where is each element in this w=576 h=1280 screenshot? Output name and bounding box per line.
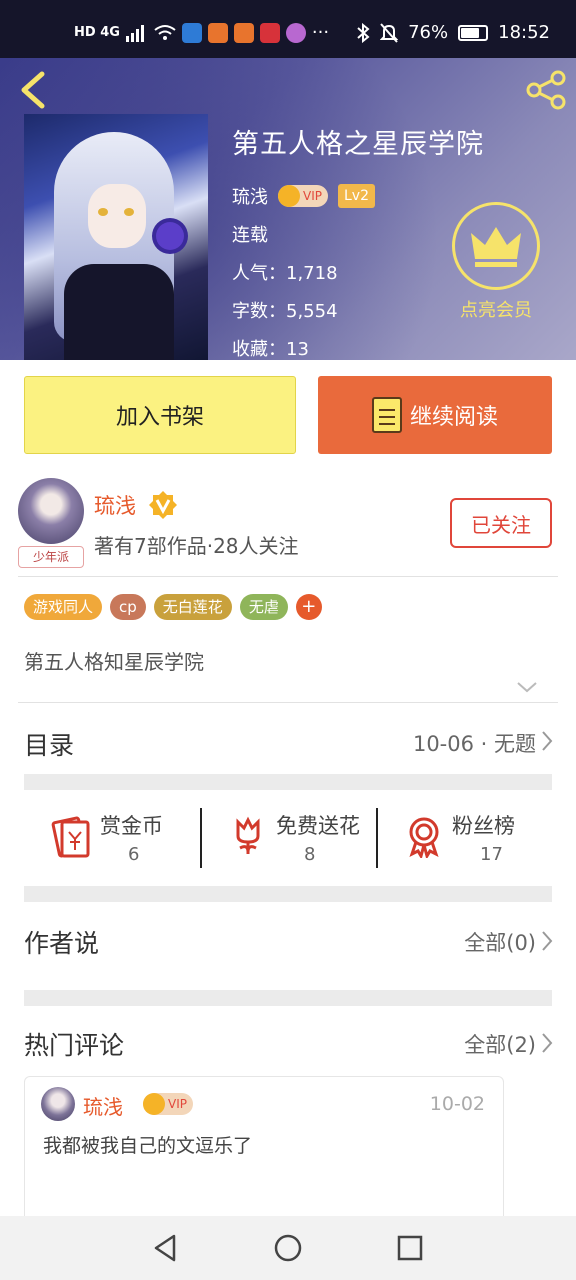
share-icon[interactable] (524, 68, 568, 112)
author-badge: 少年派 (18, 546, 84, 568)
chevron-right-icon[interactable] (540, 730, 554, 752)
section-separator (24, 774, 552, 790)
wifi-icon (154, 24, 176, 40)
nav-recents-icon[interactable] (394, 1232, 426, 1264)
nav-home-icon[interactable] (272, 1232, 304, 1264)
battery-percent: 76% (408, 22, 449, 43)
commenter-avatar[interactable] (41, 1087, 75, 1121)
add-to-shelf-button[interactable]: 加入书架 (24, 376, 296, 454)
status-right: 76% 18:52 (356, 22, 550, 43)
battery-level (461, 27, 480, 38)
signal-icon (125, 24, 144, 42)
author-says-title: 作者说 (24, 929, 100, 958)
author-name[interactable]: 琉浅 (94, 490, 136, 520)
tag-item[interactable]: 无虐 (239, 594, 288, 620)
flower-icon (236, 816, 260, 854)
book-status: 连载 (232, 225, 268, 246)
chevron-right-icon[interactable] (540, 930, 554, 952)
fan-ranking-button[interactable]: 粉丝榜 17 (376, 806, 552, 870)
medal-icon (409, 817, 439, 858)
book-title: 第五人格之星辰学院 (232, 129, 484, 160)
ball-app-icon (285, 22, 306, 43)
book-header: 第五人格之星辰学院 琉浅 VIP Lv2 连载 人气：1,718 字数：5,55… (0, 58, 576, 360)
verified-icon (149, 491, 177, 519)
back-icon[interactable] (16, 70, 50, 110)
member-button[interactable]: 点亮会员 (452, 202, 540, 322)
book-favorites: 收藏：13 (232, 339, 309, 360)
book-popularity: 人气：1,718 (232, 263, 338, 284)
reward-label: 免费送花 (276, 814, 360, 838)
app-notification-icon (181, 22, 202, 43)
chevron-right-icon[interactable] (540, 1032, 554, 1054)
catalog-latest[interactable]: 10-06 · 无题 (413, 728, 536, 758)
reward-label: 粉丝榜 (452, 814, 515, 838)
clock: 18:52 (498, 22, 550, 43)
book-word-count: 字数：5,554 (232, 301, 338, 322)
vip-badge: VIP (143, 1093, 193, 1115)
crown-icon (452, 202, 540, 290)
book-app-icon (259, 22, 280, 43)
heart-app-icon (233, 22, 254, 43)
status-left: HD 4G ··· (74, 22, 329, 43)
bell-off-icon (380, 22, 399, 43)
reward-value: 6 (128, 844, 140, 865)
level-badge: Lv2 (337, 184, 375, 208)
status-bar: HD 4G ··· 76% 18:52 (0, 0, 576, 58)
member-label: 点亮会员 (460, 300, 532, 321)
divider (376, 808, 378, 868)
continue-reading-label: 继续阅读 (409, 405, 498, 430)
battery-icon (458, 24, 489, 41)
tag-item[interactable]: 游戏同人 (24, 594, 103, 620)
crown-icon (143, 1093, 165, 1115)
tag-item[interactable]: cp (110, 594, 146, 620)
reward-coin-button[interactable]: 赏金币 6 (24, 806, 200, 870)
reward-label: 赏金币 (100, 814, 163, 838)
chevron-down-icon[interactable] (516, 680, 538, 694)
hot-comments-all[interactable]: 全部(2) (464, 1029, 536, 1059)
reward-value: 8 (304, 844, 316, 865)
catalog-title[interactable]: 目录 (24, 726, 74, 762)
author-says-all[interactable]: 全部(0) (464, 927, 536, 957)
divider (18, 576, 558, 577)
red-envelope-icon (51, 816, 90, 858)
tag-list: 游戏同人 cp 无白莲花 无虐 + (24, 594, 322, 620)
divider (18, 702, 558, 703)
divider (200, 808, 202, 868)
book-cover[interactable] (24, 114, 208, 360)
more-notifications: ··· (311, 22, 330, 43)
comment-card[interactable]: 琉浅 VIP 10-02 我都被我自己的文逗乐了 (24, 1076, 504, 1226)
reward-value: 17 (480, 844, 503, 865)
follow-button[interactable]: 已关注 (450, 498, 552, 548)
continue-reading-button[interactable]: 继续阅读 (318, 376, 552, 454)
vip-badge: VIP (278, 185, 328, 207)
add-tag-button[interactable]: + (295, 594, 322, 620)
author-avatar[interactable] (18, 478, 84, 544)
comment-text: 我都被我自己的文逗乐了 (43, 1135, 253, 1157)
section-separator (24, 990, 552, 1006)
reward-bar: 赏金币 6 免费送花 8 粉丝榜 17 (24, 806, 552, 870)
tag-item[interactable]: 无白莲花 (153, 594, 232, 620)
commenter-name[interactable]: 琉浅 (83, 1091, 123, 1120)
system-nav-bar (0, 1216, 576, 1280)
book-info: 第五人格之星辰学院 琉浅 VIP Lv2 连载 人气：1,718 字数：5,55… (232, 122, 484, 360)
hot-comments-title: 热门评论 (24, 1031, 125, 1060)
bluetooth-icon (357, 22, 370, 43)
author-meta: 著有7部作品·28人关注 (94, 534, 299, 558)
book-author-row: 琉浅 VIP Lv2 (232, 183, 484, 209)
comment-date: 10-02 (429, 1093, 485, 1115)
video-app-icon (207, 22, 228, 43)
send-flower-button[interactable]: 免费送花 8 (200, 806, 376, 870)
nav-back-icon[interactable] (150, 1232, 182, 1264)
section-separator (24, 886, 552, 902)
book-description: 第五人格知星辰学院 (24, 650, 204, 674)
network-indicator: HD 4G (74, 25, 120, 40)
crown-icon (278, 185, 300, 207)
book-icon (371, 397, 402, 433)
book-author[interactable]: 琉浅 (232, 183, 268, 209)
